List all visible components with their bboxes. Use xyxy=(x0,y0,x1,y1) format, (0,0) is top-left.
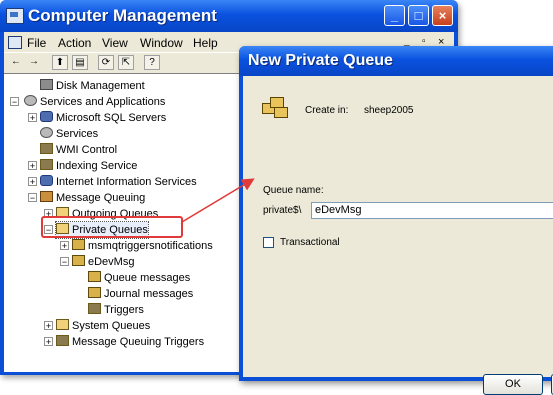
tree-item-label: Services and Applications xyxy=(40,96,166,108)
iis-icon xyxy=(40,175,53,186)
computer-management-icon xyxy=(6,8,24,24)
back-icon[interactable]: ← xyxy=(8,55,24,70)
tree-item-internet-information-services[interactable]: Internet Information Services xyxy=(40,174,197,190)
tree-item-label: System Queues xyxy=(72,320,151,332)
collapse-icon[interactable]: − xyxy=(28,193,37,203)
collapse-icon[interactable]: − xyxy=(10,97,19,107)
tree-item-label: Services xyxy=(56,128,99,140)
expand-icon[interactable]: + xyxy=(28,177,37,187)
ok-button[interactable]: OK xyxy=(483,374,543,395)
main-titlebar[interactable]: Computer Management _ □ × xyxy=(0,0,458,32)
tree-item-edevmsg[interactable]: eDevMsg xyxy=(72,254,134,270)
expand-icon[interactable]: + xyxy=(28,161,37,171)
message-queuing-icon xyxy=(40,191,53,202)
private-queues-highlight xyxy=(41,216,183,238)
tree-item-indexing-service[interactable]: Indexing Service xyxy=(40,158,137,174)
wmi-icon xyxy=(40,143,53,154)
tree-item-services-and-applications[interactable]: Services and Applications xyxy=(24,94,165,110)
transactional-label: Transactional xyxy=(280,237,340,248)
properties-icon[interactable]: ▤ xyxy=(72,55,88,70)
menu-help[interactable]: Help xyxy=(193,36,218,50)
dialog-titlebar[interactable]: New Private Queue xyxy=(239,46,553,76)
disk-icon xyxy=(40,79,53,90)
minimize-button[interactable]: _ xyxy=(384,5,405,26)
tree-item-disk-management[interactable]: Disk Management xyxy=(40,78,145,94)
tree-item-label: eDevMsg xyxy=(88,256,135,268)
tree-item-label: Disk Management xyxy=(56,80,145,92)
tree-item-label: Triggers xyxy=(104,304,144,316)
transactional-checkbox[interactable] xyxy=(263,237,274,248)
tree-item-label: Journal messages xyxy=(104,288,194,300)
tree-item-journal-messages[interactable]: Journal messages xyxy=(88,286,193,302)
tree-item-label: Queue messages xyxy=(104,272,191,284)
menu-file[interactable]: File xyxy=(27,36,46,50)
tree-item-wmi-control[interactable]: WMI Control xyxy=(40,142,117,158)
tree-item-label: msmqtriggersnotifications xyxy=(88,240,213,252)
queue-name-input[interactable]: eDevMsg xyxy=(311,202,553,219)
expand-icon[interactable]: + xyxy=(60,241,69,251)
main-window-title: Computer Management xyxy=(28,6,217,25)
folder-icon xyxy=(56,319,69,330)
triggers-icon xyxy=(88,303,101,314)
tree-item-message-queuing-triggers[interactable]: Message Queuing Triggers xyxy=(56,334,204,350)
create-in-label: Create in: xyxy=(305,105,349,116)
queue-name-label: Queue name: xyxy=(263,185,324,196)
up-icon[interactable]: ⬆ xyxy=(52,55,68,70)
tree-item-triggers[interactable]: Triggers xyxy=(88,302,144,318)
queue-folder-icon xyxy=(262,95,288,119)
expand-icon[interactable]: + xyxy=(44,337,53,347)
collapse-icon[interactable]: − xyxy=(60,257,69,267)
menu-window[interactable]: Window xyxy=(140,36,183,50)
dialog-body: Create in: sheep2005 Queue name: private… xyxy=(243,76,553,395)
queue-icon xyxy=(72,239,85,250)
dialog-title: New Private Queue xyxy=(248,52,393,69)
services-icon xyxy=(40,127,53,138)
tree-item-label: Microsoft SQL Servers xyxy=(56,112,167,124)
close-button[interactable]: × xyxy=(432,5,453,26)
menu-view[interactable]: View xyxy=(102,36,128,50)
create-in-value: sheep2005 xyxy=(364,105,414,116)
messages-icon xyxy=(88,287,101,298)
triggers-icon xyxy=(56,335,69,346)
tree-item-msmqtriggersnotifications[interactable]: msmqtriggersnotifications xyxy=(72,238,213,254)
tree-item-label: WMI Control xyxy=(56,144,118,156)
tree-item-label: Internet Information Services xyxy=(56,176,197,188)
export-icon[interactable]: ⇱ xyxy=(118,55,134,70)
maximize-button[interactable]: □ xyxy=(408,5,429,26)
messages-icon xyxy=(88,271,101,282)
tree-item-queue-messages[interactable]: Queue messages xyxy=(88,270,190,286)
database-icon xyxy=(40,111,53,122)
expand-icon[interactable]: + xyxy=(28,113,37,123)
forward-icon[interactable]: → xyxy=(26,55,42,70)
refresh-icon[interactable]: ⟳ xyxy=(98,55,114,70)
tree-item-system-queues[interactable]: System Queues xyxy=(56,318,150,334)
menu-action[interactable]: Action xyxy=(58,36,91,50)
tree-item-message-queuing[interactable]: Message Queuing xyxy=(40,190,145,206)
queue-prefix-label: private$\ xyxy=(263,205,302,216)
help-icon[interactable]: ? xyxy=(144,55,160,70)
indexing-icon xyxy=(40,159,53,170)
tree-item-label: Message Queuing xyxy=(56,192,146,204)
tree-item-services[interactable]: Services xyxy=(40,126,98,142)
gear-icon xyxy=(24,95,37,106)
tree-item-label: Indexing Service xyxy=(56,160,138,172)
queue-icon xyxy=(72,255,85,266)
new-private-queue-dialog: New Private Queue Create in: sheep2005 Q… xyxy=(239,46,553,395)
expand-icon[interactable]: + xyxy=(44,321,53,331)
tree-item-label: Message Queuing Triggers xyxy=(72,336,205,348)
tree-item-microsoft-sql-servers[interactable]: Microsoft SQL Servers xyxy=(40,110,166,126)
mdi-child-icon[interactable] xyxy=(8,36,22,49)
